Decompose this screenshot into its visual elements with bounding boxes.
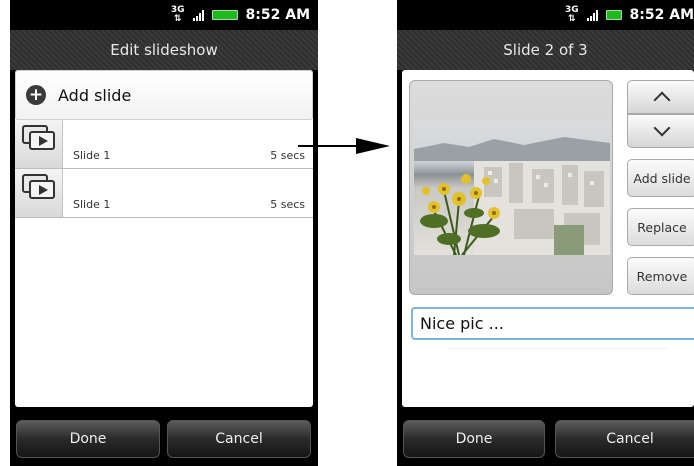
slide-thumbnail	[15, 120, 63, 168]
cancel-button[interactable]: Cancel	[167, 420, 311, 458]
done-button[interactable]: Done	[403, 420, 545, 458]
status-time: 8:52 AM	[245, 7, 310, 23]
slide-thumbnail	[15, 169, 63, 217]
flowers-image	[414, 137, 610, 255]
slide-preview[interactable]	[409, 80, 613, 295]
move-down-button[interactable]	[627, 114, 694, 148]
add-slide-button[interactable]: Add slide	[627, 159, 694, 197]
status-bar: 3G ⇅ 8:52 AM	[397, 0, 694, 30]
slides-icon	[21, 125, 56, 151]
edit-slideshow-screen: 3G ⇅ 8:52 AM Edit slideshow + Add slide S…	[10, 0, 318, 466]
arrow-head	[356, 138, 390, 154]
add-slide-label: Add slide	[58, 85, 132, 105]
slide-name: Slide 1	[73, 198, 111, 211]
status-bar: 3G ⇅ 8:52 AM	[10, 0, 318, 30]
replace-button[interactable]: Replace	[627, 208, 694, 246]
slide-editor: Add slide Replace Remove Nice pic ...	[402, 70, 694, 407]
chevron-down-icon	[653, 119, 671, 137]
signal-icon	[192, 9, 204, 21]
signal-icon	[586, 9, 598, 21]
battery-icon	[211, 10, 238, 20]
arrow-right-icon	[298, 145, 358, 147]
add-slide-row[interactable]: + Add slide	[15, 70, 313, 120]
page-title: Slide 2 of 3	[397, 30, 694, 70]
caption-input[interactable]: Nice pic ...	[411, 307, 694, 340]
list-item[interactable]: Slide 1 5 secs	[15, 120, 313, 169]
remove-button[interactable]: Remove	[627, 257, 694, 295]
battery-icon	[605, 10, 622, 20]
done-button[interactable]: Done	[16, 420, 160, 458]
cancel-button[interactable]: Cancel	[555, 420, 694, 458]
slide-duration: 5 secs	[270, 198, 305, 211]
slide-edit-screen: 3G ⇅ 8:52 AM Slide 2 of 3 Add slide Repl…	[397, 0, 694, 466]
slide-list: + Add slide Slide 1 5 secs Slide 1 5 sec…	[15, 70, 313, 407]
slide-photo	[414, 121, 610, 255]
network-3g-icon: 3G ⇅	[170, 5, 185, 24]
list-item[interactable]: Slide 1 5 secs	[15, 169, 313, 218]
divider	[447, 348, 667, 349]
move-up-button[interactable]	[627, 80, 694, 114]
chevron-up-icon	[653, 91, 671, 109]
slide-duration: 5 secs	[270, 149, 305, 162]
button-bar: Done Cancel	[397, 414, 694, 466]
page-title: Edit slideshow	[10, 30, 318, 70]
plus-icon: +	[26, 85, 46, 105]
slide-name: Slide 1	[73, 149, 111, 162]
button-bar: Done Cancel	[10, 414, 318, 466]
slides-icon	[21, 174, 56, 200]
status-time: 8:52 AM	[629, 7, 694, 23]
network-3g-icon: 3G ⇅	[565, 5, 579, 24]
